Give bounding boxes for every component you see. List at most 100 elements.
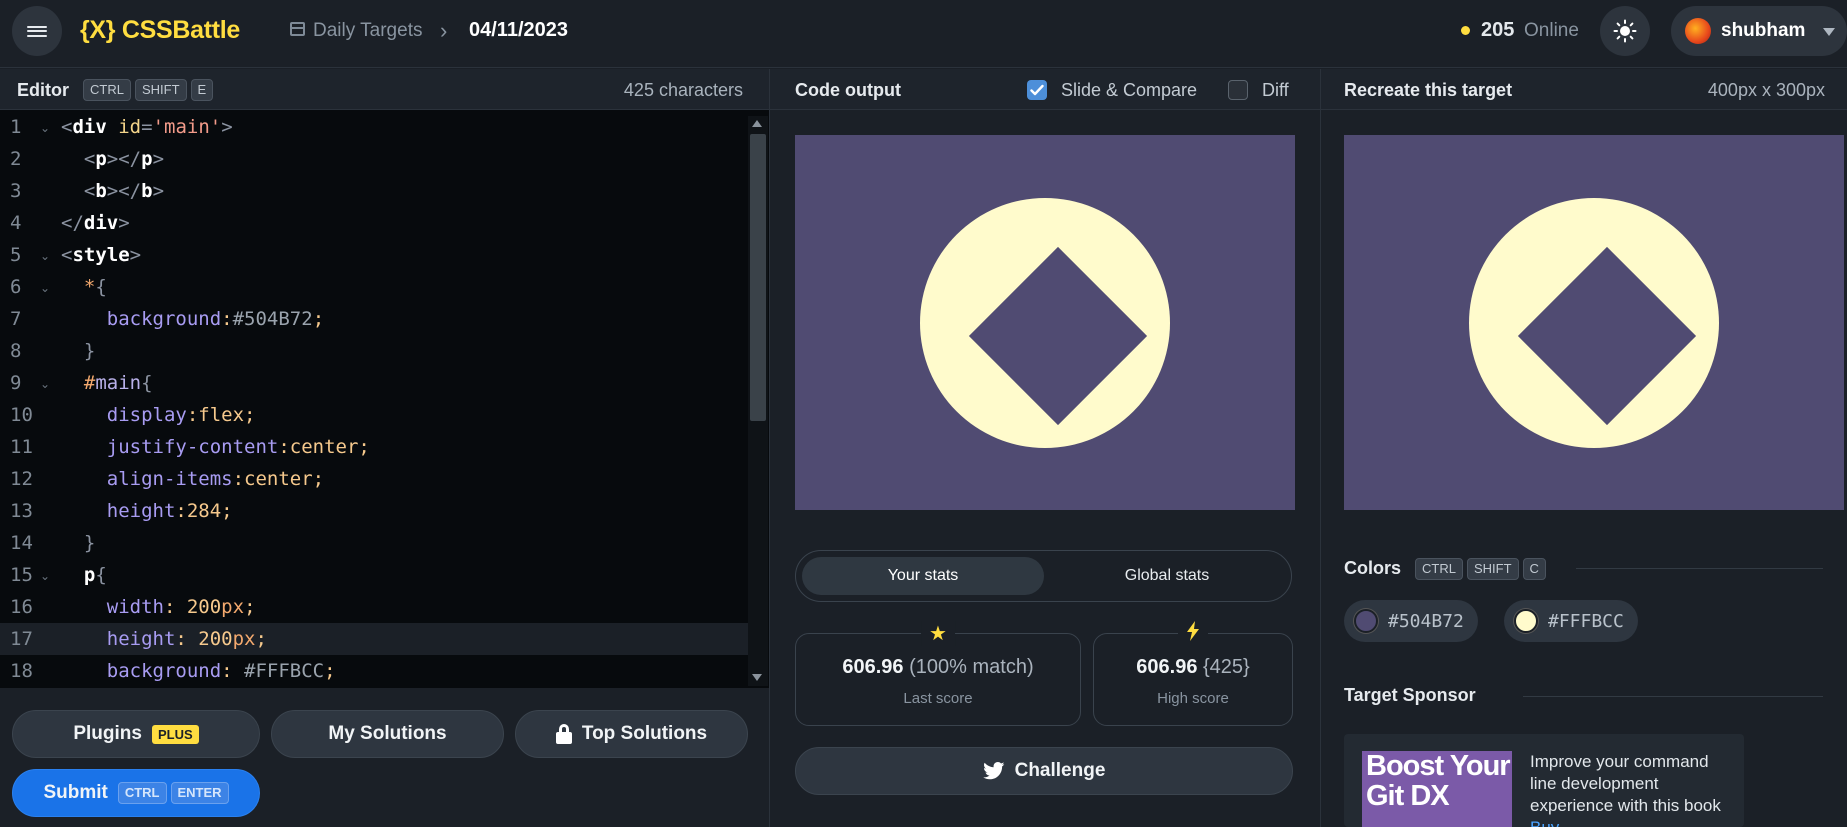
- sponsor-link[interactable]: Buy: [1530, 818, 1559, 827]
- code-editor[interactable]: 1 ⌄ <div id='main'> 2 <p></p> 3 <b></b> 4 <…: [0, 110, 769, 688]
- top-solutions-button[interactable]: Top Solutions: [515, 710, 748, 758]
- code-line[interactable]: 2 <p></p>: [0, 143, 748, 175]
- sun-icon: [1613, 19, 1637, 43]
- last-score-card: ★ 606.96 (100% match) Last score: [795, 621, 1081, 726]
- top-header: {X} CSSBattle Daily Targets › 04/11/2023…: [0, 0, 1847, 68]
- sponsor-image[interactable]: Boost Your Git DX: [1362, 751, 1512, 827]
- code-line[interactable]: 16 width: 200px;: [0, 591, 748, 623]
- online-label: Online: [1524, 20, 1579, 41]
- kbd-key: SHIFT: [134, 79, 187, 101]
- submit-label: Submit: [43, 782, 108, 803]
- section-divider: [1576, 568, 1823, 569]
- code-line[interactable]: 12 align-items:center;: [0, 463, 748, 495]
- code-line[interactable]: 11 justify-content:center;: [0, 431, 748, 463]
- theme-toggle-button[interactable]: [1600, 6, 1650, 56]
- cssbattle-logo[interactable]: {X} CSSBattle: [80, 16, 240, 45]
- twitter-icon: [982, 762, 1005, 780]
- colors-shortcut: CTRL SHIFT C: [1415, 558, 1546, 580]
- kbd-key: CTRL: [1415, 558, 1463, 580]
- code-line[interactable]: 3 <b></b>: [0, 175, 748, 207]
- menu-icon: [27, 23, 47, 39]
- plugins-label: Plugins: [73, 723, 142, 744]
- last-score-label: Last score: [903, 690, 973, 707]
- user-menu-button[interactable]: shubham: [1671, 6, 1847, 56]
- caret-down-icon: [1823, 28, 1835, 36]
- editor-shortcut: CTRL SHIFT E: [83, 79, 214, 101]
- code-line[interactable]: 10 display:flex;: [0, 399, 748, 431]
- stats-tabs: Your stats Global stats: [795, 550, 1292, 602]
- my-solutions-button[interactable]: My Solutions: [271, 710, 504, 758]
- code-line[interactable]: 9 ⌄ #main{: [0, 367, 748, 399]
- code-line[interactable]: 4 </div>: [0, 207, 748, 239]
- online-count: 205: [1481, 19, 1515, 41]
- breadcrumb-daily-targets[interactable]: Daily Targets: [313, 20, 422, 42]
- plugins-button[interactable]: Plugins PLUS: [12, 710, 260, 758]
- lock-icon: [555, 724, 572, 744]
- editor-footer: Plugins PLUS My Solutions Top Solutions …: [0, 688, 769, 827]
- scroll-up-icon[interactable]: [752, 120, 762, 127]
- character-count: 425 characters: [623, 80, 743, 100]
- kbd-key: C: [1522, 558, 1546, 580]
- high-score-value: 606.96 {425}: [1136, 656, 1250, 678]
- checkmark-icon: [1030, 84, 1044, 96]
- code-line[interactable]: 15 ⌄ p{: [0, 559, 748, 591]
- diff-label[interactable]: Diff: [1262, 80, 1289, 101]
- code-line[interactable]: 14 }: [0, 527, 748, 559]
- section-divider: [1523, 696, 1823, 697]
- kbd-key: ENTER: [170, 782, 229, 804]
- code-line[interactable]: 6 ⌄ *{: [0, 271, 748, 303]
- output-panel: Your stats Global stats ★ 606.96 (100% m…: [770, 110, 1320, 827]
- color-chip-1[interactable]: #504B72: [1344, 600, 1478, 642]
- tab-your-stats[interactable]: Your stats: [802, 557, 1044, 595]
- code-line[interactable]: 1 ⌄ <div id='main'>: [0, 111, 748, 143]
- target-title: Recreate this target: [1344, 80, 1513, 100]
- fold-arrow-icon[interactable]: ⌄: [40, 249, 50, 263]
- sponsor-title: Target Sponsor: [1344, 685, 1476, 705]
- code-line[interactable]: 13 height:284;: [0, 495, 748, 527]
- kbd-key: E: [190, 79, 214, 101]
- diff-checkbox[interactable]: [1228, 80, 1248, 100]
- color-chip-2[interactable]: #FFFBCC: [1504, 600, 1638, 642]
- output-header: Code output Slide & Compare Diff: [770, 69, 1320, 110]
- color-swatch: [1354, 609, 1378, 633]
- sponsor-card[interactable]: Boost Your Git DX Improve your command l…: [1344, 734, 1744, 827]
- fold-arrow-icon[interactable]: ⌄: [40, 281, 50, 295]
- calendar-icon: [290, 22, 305, 36]
- code-output-canvas[interactable]: [795, 135, 1295, 510]
- fold-arrow-icon[interactable]: ⌄: [40, 121, 50, 135]
- color-hex: #FFFBCC: [1548, 610, 1624, 632]
- slide-compare-checkbox[interactable]: [1027, 80, 1047, 100]
- editor-scrollbar-thumb[interactable]: [750, 134, 766, 421]
- lightning-icon: [1178, 621, 1208, 647]
- challenge-button[interactable]: Challenge: [795, 747, 1293, 795]
- plus-badge: PLUS: [151, 724, 199, 744]
- high-score-card: 606.96 {425} High score: [1093, 621, 1293, 726]
- top-solutions-label: Top Solutions: [581, 723, 708, 744]
- kbd-key: SHIFT: [1466, 558, 1519, 580]
- submit-button[interactable]: Submit CTRL ENTER: [12, 769, 260, 817]
- output-title: Code output: [795, 80, 901, 100]
- code-line[interactable]: 18 background: #FFFBCC;: [0, 655, 748, 687]
- code-line[interactable]: 5 ⌄ <style>: [0, 239, 748, 271]
- my-solutions-label: My Solutions: [328, 723, 447, 744]
- slide-compare-label[interactable]: Slide & Compare: [1061, 80, 1197, 101]
- color-swatch: [1514, 609, 1538, 633]
- target-header: Recreate this target 400px x 300px: [1321, 69, 1847, 110]
- editor-title: Editor: [17, 80, 69, 100]
- color-hex: #504B72: [1388, 610, 1464, 632]
- fold-arrow-icon[interactable]: ⌄: [40, 569, 50, 583]
- hamburger-menu-button[interactable]: [12, 6, 62, 56]
- code-line-active[interactable]: 17 height: 200px;: [0, 623, 748, 655]
- scroll-down-icon[interactable]: [752, 674, 762, 681]
- code-line[interactable]: 8 }: [0, 335, 748, 367]
- target-panel: Colors CTRL SHIFT C #504B72 #FFFBCC Targ…: [1321, 110, 1847, 827]
- last-score-value: 606.96 (100% match): [842, 656, 1034, 678]
- code-line[interactable]: 7 background:#504B72;: [0, 303, 748, 335]
- star-icon: ★: [921, 621, 955, 646]
- tab-global-stats[interactable]: Global stats: [1046, 557, 1288, 595]
- sponsor-text: Improve your command line development ex…: [1530, 751, 1735, 827]
- online-status-dot: [1461, 26, 1470, 35]
- fold-arrow-icon[interactable]: ⌄: [40, 377, 50, 391]
- challenge-label: Challenge: [1014, 760, 1106, 781]
- username: shubham: [1721, 20, 1806, 41]
